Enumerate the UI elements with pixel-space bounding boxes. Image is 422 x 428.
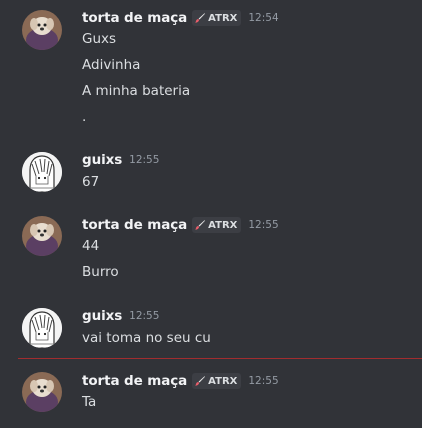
avatar-guixs[interactable] [22, 308, 62, 348]
username[interactable]: guixs [82, 152, 122, 168]
avatar-guixs[interactable] [22, 152, 62, 192]
message-header: guixs 12:55 [82, 306, 159, 326]
message-text: 67 [82, 174, 100, 190]
new-messages-divider [18, 358, 422, 359]
timestamp[interactable]: 12:55 [248, 219, 278, 231]
username[interactable]: guixs [82, 308, 122, 324]
username[interactable]: torta de maça [82, 217, 187, 233]
server-tag[interactable]: ATRX [192, 373, 242, 389]
message-text: vai toma no seu cu [82, 330, 211, 346]
server-tag-label: ATRX [208, 375, 238, 387]
timestamp[interactable]: 12:54 [248, 12, 278, 24]
message-text: Ta [82, 394, 97, 410]
message-header: torta de maça ATRX 12:54 [82, 8, 279, 28]
timestamp[interactable]: 12:55 [129, 154, 159, 166]
server-tag[interactable]: ATRX [192, 10, 242, 26]
username[interactable]: torta de maça [82, 10, 187, 26]
brush-icon [195, 13, 206, 23]
server-tag-label: ATRX [208, 219, 238, 231]
timestamp[interactable]: 12:55 [248, 375, 278, 387]
message-text: 44 [82, 238, 100, 254]
username[interactable]: torta de maça [82, 373, 187, 389]
avatar-torta-de-maca[interactable] [22, 216, 62, 256]
server-tag[interactable]: ATRX [192, 217, 242, 233]
message-text: Burro [82, 264, 119, 280]
server-tag-label: ATRX [208, 12, 238, 24]
avatar-torta-de-maca[interactable] [22, 372, 62, 412]
message-text: Guxs [82, 31, 117, 47]
brush-icon [195, 220, 206, 230]
message-header: torta de maça ATRX 12:55 [82, 215, 279, 235]
message-text: . [82, 109, 87, 125]
message-header: guixs 12:55 [82, 150, 159, 170]
brush-icon [195, 376, 206, 386]
message-header: torta de maça ATRX 12:55 [82, 371, 279, 391]
timestamp[interactable]: 12:55 [129, 310, 159, 322]
avatar-torta-de-maca[interactable] [22, 10, 62, 50]
chat-messages: torta de maça ATRX 12:54 Guxs Adivinha A… [0, 0, 422, 428]
message-text: Adivinha [82, 57, 141, 73]
message-text: A minha bateria [82, 83, 191, 99]
